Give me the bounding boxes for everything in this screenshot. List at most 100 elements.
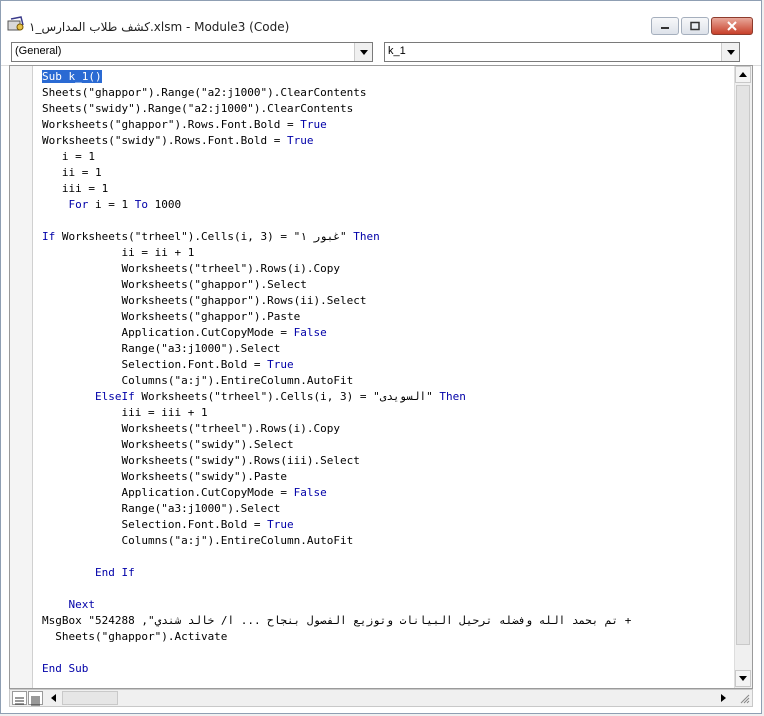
code-line[interactable]: Sub k_1() bbox=[42, 69, 732, 85]
code-line[interactable] bbox=[42, 213, 732, 229]
code-line[interactable]: Range("a3:j1000").Select bbox=[42, 501, 732, 517]
arrow-down-icon bbox=[739, 676, 747, 681]
code-line[interactable]: Columns("a:j").EntireColumn.AutoFit bbox=[42, 533, 732, 549]
code-keyword: For bbox=[68, 198, 89, 211]
code-token: Selection.Font.Bold = bbox=[42, 518, 268, 531]
code-line[interactable]: Sheets("ghappor").Activate bbox=[42, 629, 732, 645]
code-token: iii = 1 bbox=[42, 182, 109, 195]
margin-indicator-bar[interactable] bbox=[10, 66, 33, 688]
code-line[interactable]: ii = 1 bbox=[42, 165, 732, 181]
code-line[interactable]: Range("a3:j1000").Select bbox=[42, 341, 732, 357]
minimize-icon bbox=[661, 27, 669, 29]
resize-grip-icon[interactable] bbox=[738, 692, 750, 704]
code-line[interactable]: Selection.Font.Bold = True bbox=[42, 357, 732, 373]
code-token: Selection.Font.Bold = bbox=[42, 358, 268, 371]
code-line[interactable]: Worksheets("ghappor").Select bbox=[42, 277, 732, 293]
code-line[interactable]: Columns("a:j").EntireColumn.AutoFit bbox=[42, 373, 732, 389]
scroll-up-button[interactable] bbox=[735, 66, 751, 83]
minimize-button[interactable] bbox=[651, 17, 679, 35]
code-keyword: True bbox=[287, 134, 314, 147]
code-line[interactable]: Worksheets("ghappor").Rows(ii).Select bbox=[42, 293, 732, 309]
code-token: Columns("a:j").EntireColumn.AutoFit bbox=[42, 534, 354, 547]
title-bar[interactable]: كشف طلاب المدارس_١.xlsm - Module3 (Code) bbox=[1, 1, 761, 39]
full-module-view-icon bbox=[31, 696, 40, 706]
code-keyword: True bbox=[267, 518, 294, 531]
code-line[interactable] bbox=[42, 549, 732, 565]
code-keyword: To bbox=[134, 198, 148, 211]
code-line[interactable]: iii = 1 bbox=[42, 181, 732, 197]
code-line[interactable]: Worksheets("ghappor").Paste bbox=[42, 309, 732, 325]
code-line[interactable]: Sheets("swidy").Range("a2:j1000").ClearC… bbox=[42, 101, 732, 117]
code-line[interactable]: Selection.Font.Bold = True bbox=[42, 517, 732, 533]
code-line[interactable]: Worksheets("ghappor").Rows.Font.Bold = T… bbox=[42, 117, 732, 133]
scroll-left-button[interactable] bbox=[46, 691, 60, 705]
vertical-scroll-thumb[interactable] bbox=[736, 85, 750, 645]
vertical-scrollbar[interactable] bbox=[734, 66, 752, 688]
code-line[interactable]: Worksheets("swidy").Select bbox=[42, 437, 732, 453]
code-token: ii = 1 bbox=[42, 166, 102, 179]
scroll-right-button[interactable] bbox=[716, 691, 730, 705]
code-line[interactable]: i = 1 bbox=[42, 149, 732, 165]
chevron-down-icon[interactable] bbox=[721, 43, 739, 61]
code-editor[interactable]: Sub k_1() Sheets("ghappor").Range("a2:j10… bbox=[9, 65, 753, 689]
code-token: Worksheets("ghappor").Paste bbox=[42, 310, 301, 323]
code-line[interactable]: ii = ii + 1 bbox=[42, 245, 732, 261]
object-dropdown[interactable]: (General) bbox=[11, 42, 373, 62]
close-button[interactable] bbox=[711, 17, 753, 35]
code-keyword: End Sub bbox=[42, 662, 89, 675]
code-token: i = 1 bbox=[88, 198, 135, 211]
code-window-toolbar: (General) k_1 bbox=[1, 39, 761, 66]
full-module-view-button[interactable] bbox=[28, 691, 43, 706]
code-line[interactable]: Application.CutCopyMode = False bbox=[42, 485, 732, 501]
code-line[interactable]: Worksheets("swidy").Rows(iii).Select bbox=[42, 453, 732, 469]
code-token: Worksheets("swidy").Rows.Font.Bold = bbox=[42, 134, 288, 147]
code-keyword: ElseIf bbox=[94, 390, 135, 403]
scroll-down-button[interactable] bbox=[735, 670, 751, 687]
code-token: Sub k_1() bbox=[42, 70, 102, 83]
code-text[interactable]: Sub k_1() Sheets("ghappor").Range("a2:j10… bbox=[42, 69, 732, 685]
code-keyword: Then bbox=[353, 230, 380, 243]
code-line[interactable]: Worksheets("trheel").Rows(i).Copy bbox=[42, 421, 732, 437]
code-line[interactable] bbox=[42, 645, 732, 661]
procedure-view-button[interactable] bbox=[12, 691, 27, 705]
code-line[interactable]: iii = iii + 1 bbox=[42, 405, 732, 421]
code-line[interactable]: End If bbox=[42, 565, 732, 581]
vbe-code-window: كشف طلاب المدارس_١.xlsm - Module3 (Code)… bbox=[0, 0, 762, 714]
code-token: iii = iii + 1 bbox=[42, 406, 208, 419]
code-line[interactable]: End Sub bbox=[42, 661, 732, 677]
code-line[interactable]: Worksheets("swidy").Paste bbox=[42, 469, 732, 485]
code-token: Worksheets("swidy").Select bbox=[42, 438, 294, 451]
code-keyword: If bbox=[42, 230, 56, 243]
code-line[interactable]: ElseIf Worksheets("trheel").Cells(i, 3) … bbox=[42, 389, 732, 405]
code-line[interactable]: MsgBox "تم بحمد الله وفضله ترحيل البيانا… bbox=[42, 613, 732, 629]
code-line[interactable]: For i = 1 To 1000 bbox=[42, 197, 732, 213]
chevron-down-icon[interactable] bbox=[354, 43, 372, 61]
code-line[interactable]: Application.CutCopyMode = False bbox=[42, 325, 732, 341]
maximize-button[interactable] bbox=[681, 17, 709, 35]
code-line[interactable]: Worksheets("swidy").Rows.Font.Bold = Tru… bbox=[42, 133, 732, 149]
code-token: Worksheets("trheel").Rows(i).Copy bbox=[42, 262, 341, 275]
horizontal-scroll-thumb[interactable] bbox=[62, 691, 118, 705]
code-line[interactable]: Next bbox=[42, 597, 732, 613]
code-token: Sheets("ghappor").Range("a2:j1000").Clea… bbox=[42, 86, 367, 99]
code-token: Columns("a:j").EntireColumn.AutoFit bbox=[42, 374, 354, 387]
arrow-left-icon bbox=[50, 694, 56, 702]
code-token: Worksheets("trheel").Rows(i).Copy bbox=[42, 422, 341, 435]
bottom-bar bbox=[9, 689, 753, 707]
code-token: Sheets("ghappor").Activate bbox=[42, 630, 228, 643]
arrow-right-icon bbox=[720, 694, 726, 702]
code-keyword: Next bbox=[68, 598, 96, 611]
code-line[interactable]: Worksheets("trheel").Rows(i).Copy bbox=[42, 261, 732, 277]
code-line[interactable]: Sheets("ghappor").Range("a2:j1000").Clea… bbox=[42, 85, 732, 101]
code-token: Range("a3:j1000").Select bbox=[42, 502, 281, 515]
code-line[interactable]: If Worksheets("trheel").Cells(i, 3) = "غ… bbox=[42, 229, 732, 245]
vba-module-icon bbox=[7, 16, 24, 31]
code-token: Sheets("swidy").Range("a2:j1000").ClearC… bbox=[42, 102, 354, 115]
procedure-dropdown-value: k_1 bbox=[388, 45, 406, 57]
procedure-dropdown[interactable]: k_1 bbox=[384, 42, 740, 62]
code-line[interactable] bbox=[42, 581, 732, 597]
code-token: Range("a3:j1000").Select bbox=[42, 342, 281, 355]
object-dropdown-value: (General) bbox=[15, 45, 62, 57]
